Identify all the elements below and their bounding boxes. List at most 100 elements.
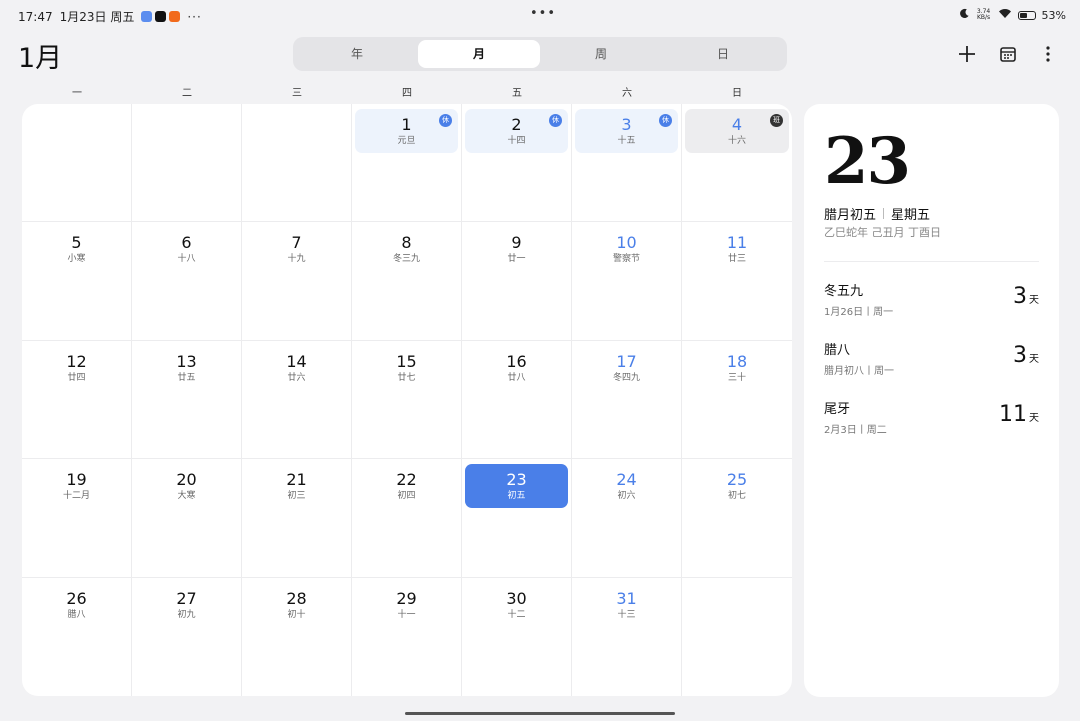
countdown-title: 冬五九 [824,284,864,299]
day-cell[interactable]: 5 小寒 [22,222,132,341]
net-speed: 3.74 KB/s [976,9,992,21]
weekday-label: 二 [182,88,192,99]
day-cell[interactable]: 14 廿六 [242,340,352,460]
home-indicator[interactable] [405,712,675,715]
countdown-days: 3天 [1013,284,1039,309]
lunar-day: 三十 [727,372,746,383]
day-cell[interactable]: 11 廿三 [682,222,792,341]
lunar-day: 十六 [727,136,746,146]
day-cell[interactable]: 3 十五休 [572,104,682,223]
weekday-label: 六 [622,88,632,99]
lunar-day: 初四 [397,491,416,502]
day-box: 30 十二 [465,583,568,627]
day-cell[interactable]: 4 十六班 [682,104,792,223]
day-cell[interactable]: 23 初五 [462,459,572,578]
day-box: 19 十二月 [25,464,128,508]
day-cell[interactable]: 30 十二 [462,577,572,696]
day-number: 8 [401,233,412,253]
weekday-label: 星期五 [891,208,931,223]
countdown-item[interactable]: 腊八 腊月初八丨周一 3 天 [824,339,1039,383]
day-cell[interactable]: 24 初六 [572,459,682,578]
day-number: 11 [726,233,748,253]
lunar-day: 十四 [507,136,526,146]
day-cell[interactable]: 6 十八 [132,222,242,341]
lunar-day: 廿一 [507,254,526,265]
day-cell[interactable]: 20 大寒 [132,459,242,578]
weekday-label: 一 [72,88,82,99]
empty-day-cell [22,104,132,223]
holiday-badge: 休 [549,114,562,127]
day-cell[interactable]: 21 初三 [242,459,352,578]
day-box: 7 十九 [245,227,348,271]
lunar-day: 初十 [287,609,306,620]
day-cell[interactable]: 15 廿七 [352,340,462,460]
day-cell[interactable]: 7 十九 [242,222,352,341]
lunar-day: 十二 [507,609,526,620]
day-number: 28 [286,588,307,608]
view-tab-0[interactable]: 年 [296,40,418,68]
multitask-handle[interactable]: ••• [530,6,556,21]
day-box: 13 廿五 [135,346,238,390]
view-tab-2[interactable]: 周 [540,40,662,68]
weekday-header: 一二三四五六日 [22,84,792,99]
day-cell[interactable]: 16 廿八 [462,340,572,460]
lunar-day: 大寒 [177,491,196,502]
lunar-day: 元旦 [397,136,416,146]
today-button[interactable] [994,40,1022,68]
day-box: 27 初九 [135,583,238,627]
day-cell[interactable]: 13 廿五 [132,340,242,460]
day-cell[interactable]: 8 冬三九 [352,222,462,341]
countdown-item[interactable]: 尾牙 2月3日丨周二 11 天 [824,398,1039,442]
lunar-day: 十一 [397,609,416,620]
day-cell[interactable]: 27 初九 [132,577,242,696]
day-box: 12 廿四 [25,346,128,390]
countdown-unit: 天 [1029,354,1039,365]
day-box: 17 冬四九 [575,346,678,390]
calendar-icon [1000,47,1016,62]
status-right: 3.74 KB/s 53% [959,8,1066,22]
day-cell[interactable]: 12 廿四 [22,340,132,460]
day-box: 1 元旦休 [355,109,458,153]
month-title: 1月 [18,43,63,74]
day-cell[interactable]: 25 初七 [682,459,792,578]
lunar-day: 廿六 [287,372,306,383]
lunar-day: 十九 [287,254,306,265]
holiday-badge: 休 [659,114,672,127]
countdown-item[interactable]: 冬五九 1月26日丨周一 3 天 [824,280,1039,324]
day-cell[interactable]: 17 冬四九 [572,340,682,460]
day-cell[interactable]: 10 警察节 [572,222,682,341]
day-cell[interactable]: 1 元旦休 [352,104,462,223]
more-notifications-icon: ··· [187,9,202,24]
day-cell[interactable]: 26 腊八 [22,577,132,696]
lunar-day: 廿五 [177,372,196,383]
day-cell[interactable]: 22 初四 [352,459,462,578]
view-tab-1[interactable]: 月 [418,40,540,68]
countdown-days: 3天 [1013,343,1039,368]
day-cell[interactable]: 28 初十 [242,577,352,696]
day-number: 20 [176,470,197,490]
add-event-button[interactable] [953,40,981,68]
status-left: 17:47 1月23日 周五 ··· [18,8,202,25]
day-cell[interactable]: 2 十四休 [462,104,572,223]
day-cell[interactable]: 19 十二月 [22,459,132,578]
day-number: 21 [286,470,307,490]
day-detail-panel: 23 腊月初五 星期五 乙巳蛇年 己丑月 丁酉日 冬五九 1月26日丨周一 3 天腊八… [804,104,1059,697]
day-number: 17 [616,351,637,371]
day-box: 14 廿六 [245,346,348,390]
day-cell[interactable]: 18 三十 [682,341,792,460]
gallery-app-icon [141,11,153,22]
countdown-date: 腊月初八丨周一 [824,366,894,377]
plus-icon [959,46,975,62]
day-number: 19 [66,470,87,490]
day-cell[interactable]: 9 廿一 [462,222,572,341]
tiktok-app-icon [155,11,167,22]
day-number: 30 [506,588,527,608]
weekday-label: 三 [292,88,302,99]
view-tab-3[interactable]: 日 [662,40,784,68]
day-cell[interactable]: 29 十一 [352,577,462,696]
lunar-day: 十五 [617,136,636,146]
day-box: 16 廿八 [465,346,568,390]
more-menu-button[interactable] [1034,40,1062,68]
day-cell[interactable]: 31 十三 [572,577,682,696]
lunar-day: 冬三九 [392,254,420,265]
